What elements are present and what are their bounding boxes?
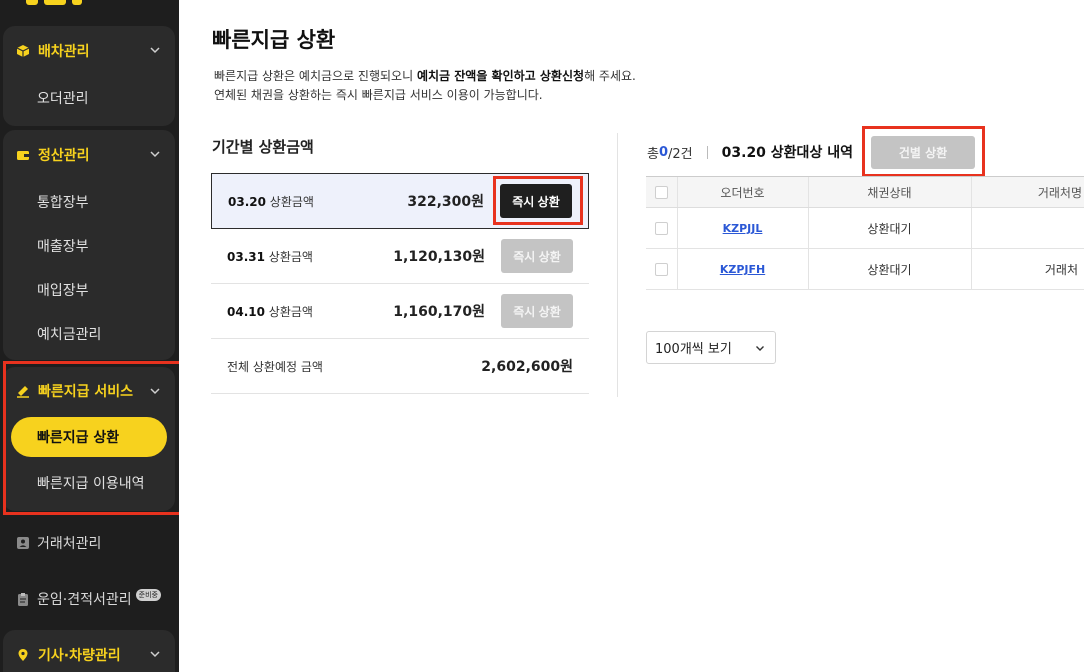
sidebar-group-dispatch: 배차관리 오더관리 xyxy=(3,26,175,126)
row-select-cell xyxy=(646,207,677,249)
client-cell xyxy=(970,207,1084,249)
period-label: 03.31 상환금액 xyxy=(227,248,313,265)
selected-count: 0 xyxy=(658,144,669,160)
order-link[interactable]: KZPJFH xyxy=(720,263,765,276)
sidebar-item-deposit[interactable]: 예치금관리 xyxy=(3,312,175,356)
instant-repay-button[interactable]: 즉시 상환 xyxy=(501,239,573,273)
sidebar-item-orders[interactable]: 오더관리 xyxy=(3,76,175,120)
sidebar-item-clients[interactable]: 거래처관리 xyxy=(16,529,101,557)
sidebar-group-settlement-header[interactable]: 정산관리 xyxy=(3,130,175,180)
period-date: 03.20 xyxy=(228,194,266,209)
column-header: 거래처명 xyxy=(970,176,1084,208)
logo xyxy=(26,0,96,5)
target-title: 03.20 상환대상 내역 xyxy=(721,145,853,161)
page-description: 빠른지급 상환은 예치금으로 진행되오니 예치금 잔액을 확인하고 상환신청해 … xyxy=(214,67,636,105)
coming-soon-badge: 준비중 xyxy=(135,589,161,601)
status-cell: 상환대기 xyxy=(807,207,971,249)
count-prefix: 총 xyxy=(647,146,659,162)
table-row: KZPJFH 상환대기 거래처 xyxy=(646,248,1084,290)
description-line-2: 연체된 채권을 상환하는 즉시 빠른지급 서비스 이용이 가능합니다. xyxy=(214,88,543,102)
chevron-down-icon xyxy=(150,151,160,158)
page-title: 빠른지급 상환 xyxy=(212,28,336,52)
wallet-icon xyxy=(16,148,30,162)
order-no-cell: KZPJFH xyxy=(676,248,808,290)
row-select-cell xyxy=(646,248,677,290)
row-checkbox[interactable] xyxy=(654,263,668,276)
period-date: 04.10 xyxy=(227,304,265,319)
period-total-row: 전체 상환예정 금액 2,602,600원 xyxy=(211,339,589,394)
period-label: 03.20 상환금액 xyxy=(228,193,314,210)
description-text: 빠른지급 상환은 예치금으로 진행되오니 xyxy=(214,69,417,83)
row-checkbox[interactable] xyxy=(654,222,668,235)
sidebar-group-label: 기사·차량관리 xyxy=(38,648,121,664)
period-amount: 1,160,170원 xyxy=(393,304,485,320)
target-header: 총 0/2건 03.20 상환대상 내역 xyxy=(647,142,853,162)
sidebar-item-sales-ledger[interactable]: 매출장부 xyxy=(3,224,175,268)
sidebar-group-drivers-header[interactable]: 기사·차량관리 xyxy=(3,630,175,672)
period-date: 03.31 xyxy=(227,249,265,264)
description-text: 해 주세요. xyxy=(584,69,636,83)
sidebar-group-drivers: 기사·차량관리 xyxy=(3,630,175,672)
column-header: 오더번호 xyxy=(676,176,808,208)
select-all-checkbox[interactable] xyxy=(654,186,668,199)
sidebar-group-label: 정산관리 xyxy=(38,148,90,164)
order-link[interactable]: KZPJJL xyxy=(723,222,763,235)
total-label: 전체 상환예정 금액 xyxy=(227,359,323,374)
sidebar-item-label: 거래처관리 xyxy=(37,536,102,552)
period-row[interactable]: 04.10 상환금액 1,160,170원 즉시 상환 xyxy=(211,284,589,339)
sidebar-group-dispatch-header[interactable]: 배차관리 xyxy=(3,26,175,76)
period-amount: 1,120,130원 xyxy=(393,249,485,265)
sidebar-item-integrated-ledger[interactable]: 통합장부 xyxy=(3,180,175,224)
period-label: 04.10 상환금액 xyxy=(227,303,313,320)
period-label-text: 상환금액 xyxy=(265,194,314,209)
orders-table: 오더번호 채권상태 거래처명 KZPJJL 상환대기 KZPJFH 상환대기 거… xyxy=(646,176,1084,290)
order-no-cell: KZPJJL xyxy=(676,207,808,249)
page-size-value: 100개씩 보기 xyxy=(655,342,732,357)
location-pin-icon xyxy=(16,648,30,662)
description-emphasis: 예치금 잔액을 확인하고 상환신청 xyxy=(416,69,585,83)
chevron-down-icon xyxy=(150,651,160,658)
chevron-down-icon xyxy=(756,346,764,351)
highlight-box xyxy=(862,126,985,177)
header-separator xyxy=(706,145,708,159)
sidebar-item-purchase-ledger[interactable]: 매입장부 xyxy=(3,268,175,312)
table-header-row: 오더번호 채권상태 거래처명 xyxy=(646,176,1084,208)
total-amount: 2,602,600원 xyxy=(481,359,573,375)
period-label-text: 상환금액 xyxy=(264,249,313,264)
table-row: KZPJJL 상환대기 xyxy=(646,207,1084,249)
chevron-down-icon xyxy=(150,47,160,54)
contact-icon xyxy=(16,536,30,550)
box-icon xyxy=(16,44,30,58)
period-section-title: 기간별 상환금액 xyxy=(212,138,314,156)
period-label-text: 상환금액 xyxy=(264,304,313,319)
sidebar-item-label: 운임·견적서관리 xyxy=(37,592,132,608)
period-row[interactable]: 03.31 상환금액 1,120,130원 즉시 상환 xyxy=(211,229,589,284)
highlight-box xyxy=(3,361,179,515)
description-line-1: 빠른지급 상환은 예치금으로 진행되오니 예치금 잔액을 확인하고 상환신청해 … xyxy=(214,67,636,86)
period-amount: 322,300원 xyxy=(407,194,484,210)
column-header: 채권상태 xyxy=(807,176,971,208)
instant-repay-button[interactable]: 즉시 상환 xyxy=(501,294,573,328)
client-cell: 거래처 xyxy=(970,248,1084,290)
sidebar-group-settlement: 정산관리 통합장부 매출장부 매입장부 예치금관리 xyxy=(3,130,175,360)
highlight-box xyxy=(493,176,583,225)
select-all-cell xyxy=(646,176,677,208)
status-cell: 상환대기 xyxy=(807,248,971,290)
sidebar-group-label: 배차관리 xyxy=(38,44,90,60)
divider xyxy=(617,133,618,397)
count-total: /2건 xyxy=(668,146,693,162)
sidebar-item-fare-quote[interactable]: 운임·견적서관리 준비중 xyxy=(16,585,161,613)
page-size-select[interactable]: 100개씩 보기 xyxy=(646,331,776,364)
clipboard-icon xyxy=(16,592,30,606)
sidebar: 배차관리 오더관리 정산관리 통합장부 매출장부 매입장부 예치금관리 빠른지급… xyxy=(0,0,179,672)
